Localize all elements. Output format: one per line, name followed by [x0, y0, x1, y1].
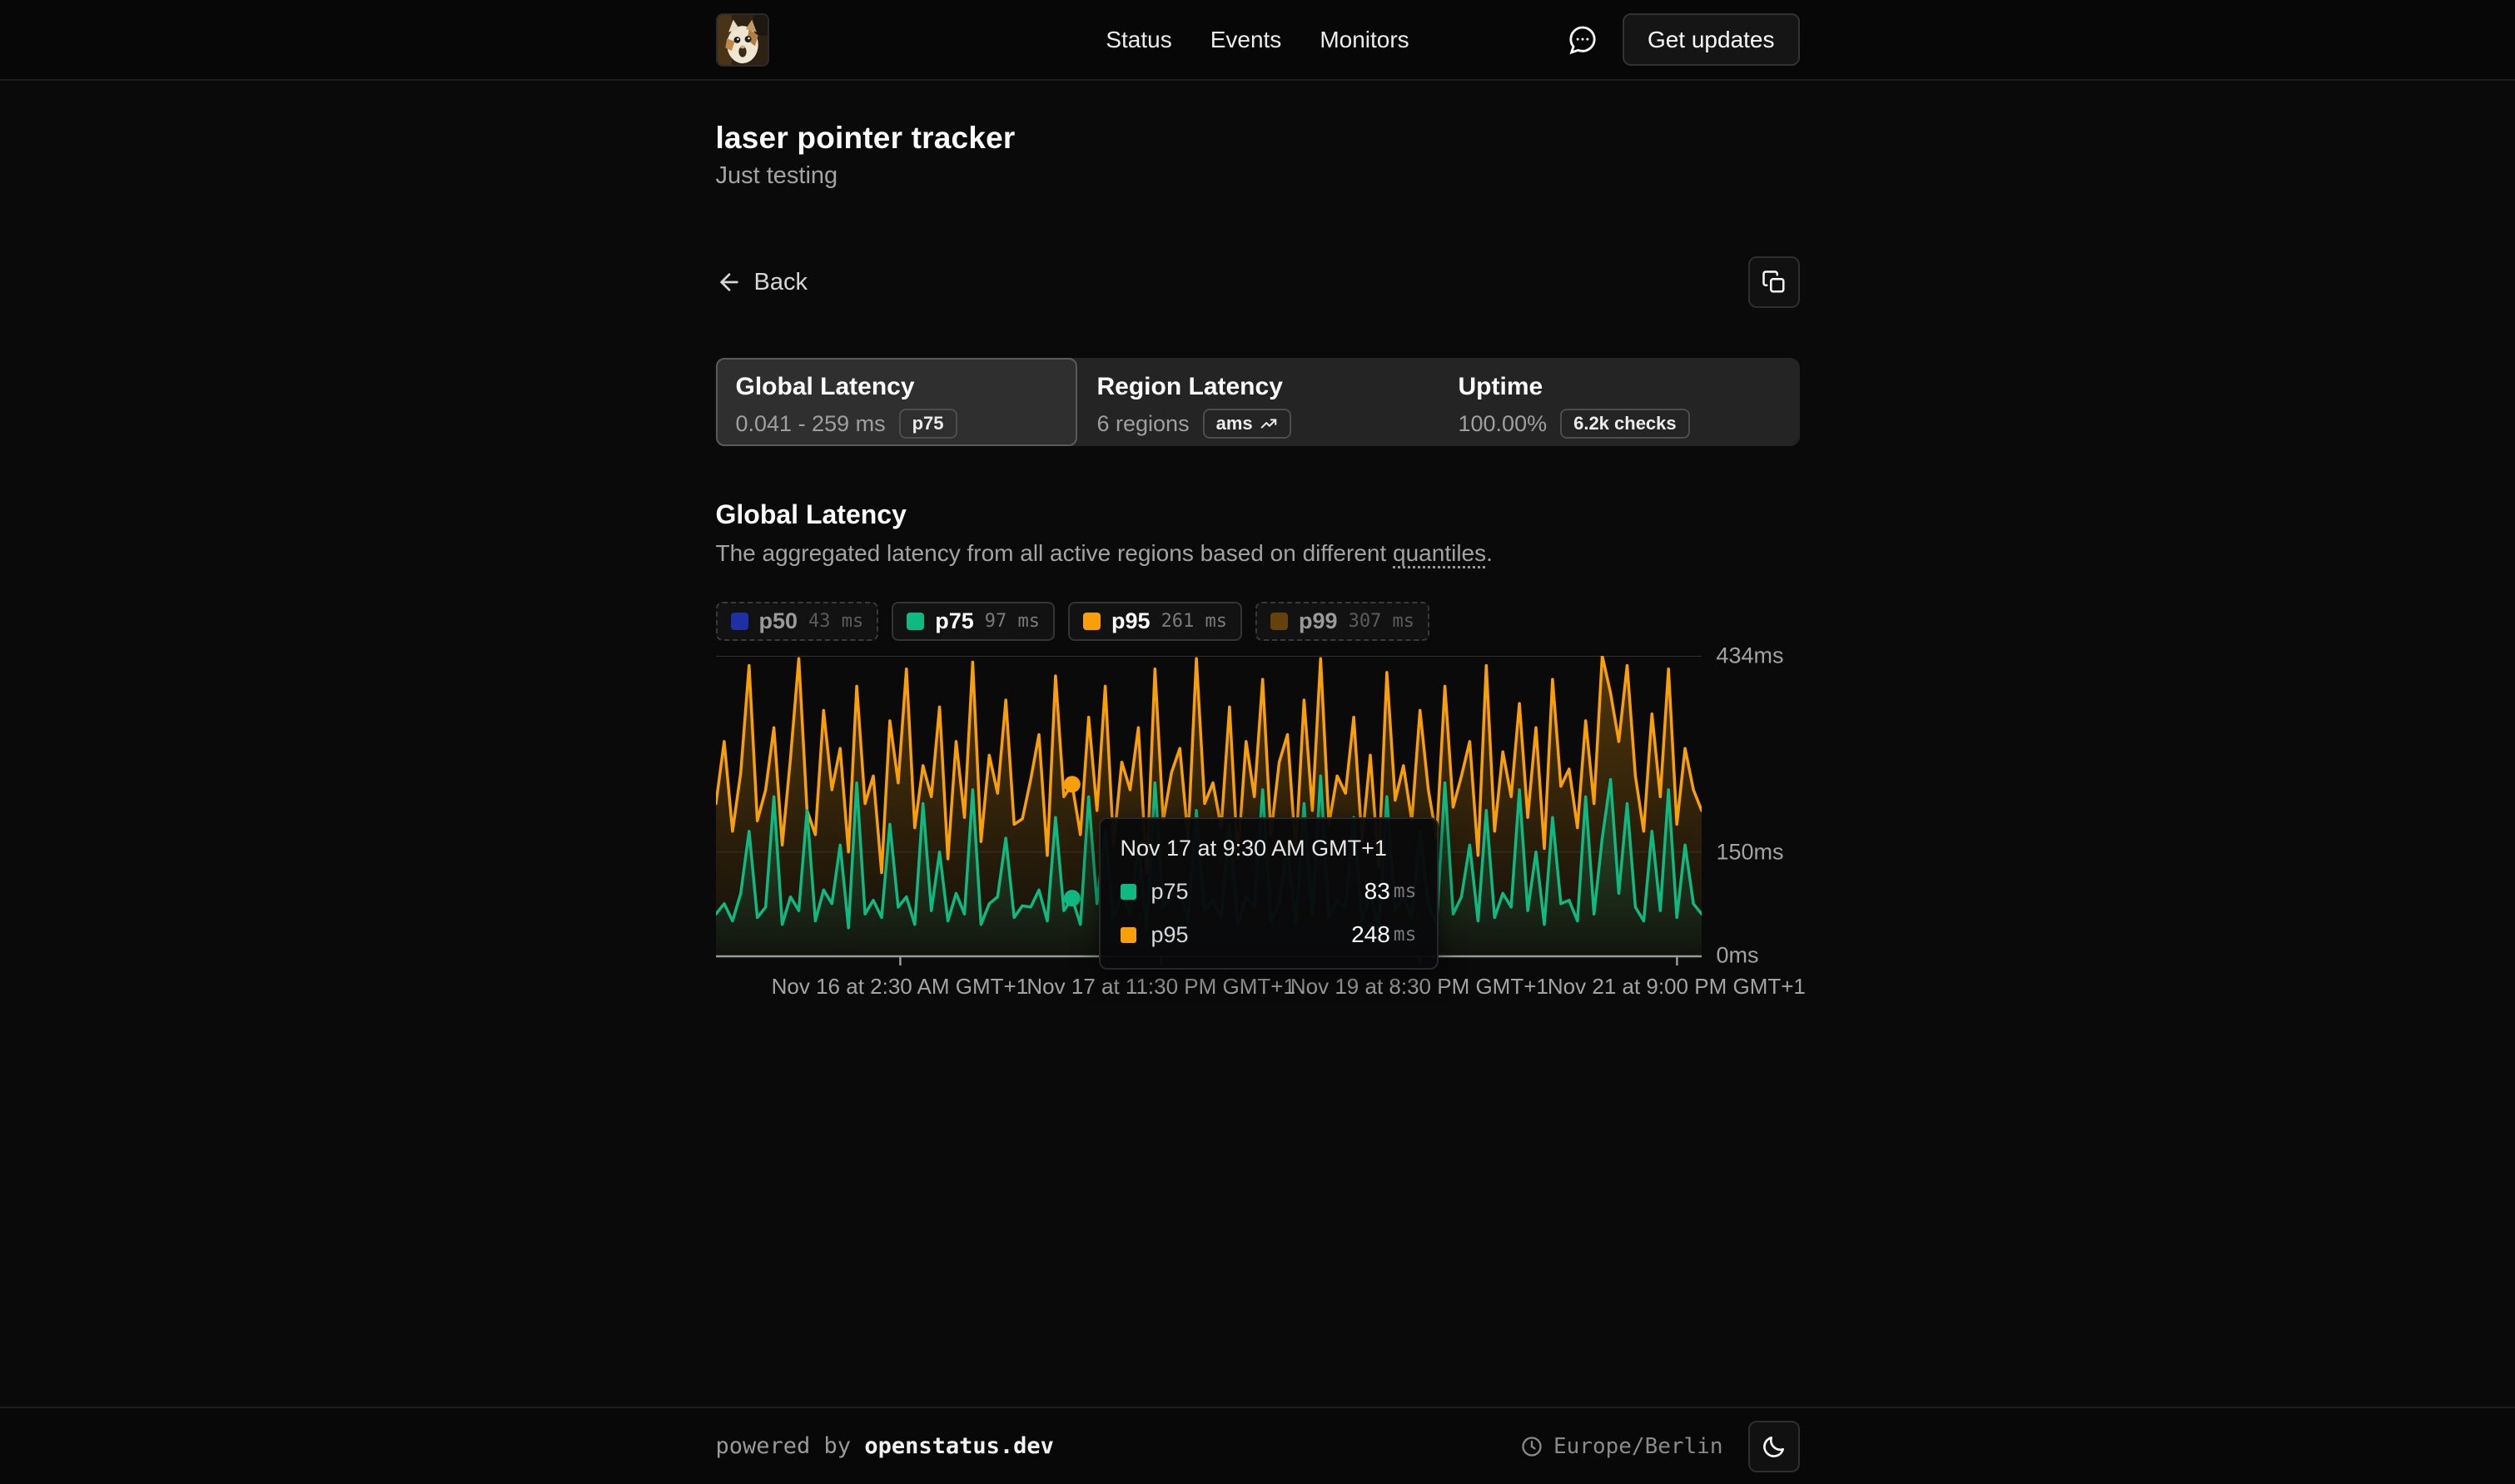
feedback-chat-button[interactable]	[1566, 23, 1599, 57]
tab-value: 100.00%	[1459, 411, 1548, 437]
tab-global-latency[interactable]: Global Latency 0.041 - 259 ms p75	[716, 358, 1077, 446]
status-page: Status Events Monitors Get updates la	[0, 0, 2515, 1484]
quantiles-link[interactable]: quantiles	[1393, 540, 1486, 566]
logo-image[interactable]	[716, 13, 769, 67]
p95-swatch	[1121, 927, 1136, 943]
legend-label: p95	[1111, 608, 1151, 634]
moon-icon	[1761, 1433, 1787, 1460]
page-subtitle: Just testing	[716, 162, 1800, 190]
timezone-label: Europe/Berlin	[1553, 1434, 1723, 1459]
description-text: The aggregated latency from all active r…	[716, 540, 1394, 566]
tooltip-timestamp: Nov 17 at 9:30 AM GMT+1	[1121, 836, 1417, 861]
chart-legend: p50 43 ms p75 97 ms p95 261 ms p99 307 m…	[716, 602, 1800, 641]
tab-title: Region Latency	[1097, 373, 1419, 401]
y-tick-label: 150ms	[1717, 839, 1784, 865]
x-tick-label: Nov 19 at 8:30 PM GMT+1	[1290, 974, 1548, 1000]
x-tick-label: Nov 16 at 2:30 AM GMT+1	[772, 974, 1029, 1000]
nav-link-status[interactable]: Status	[1106, 27, 1171, 53]
latency-chart: Nov 16 at 2:30 AM GMT+1Nov 17 at 11:30 P…	[716, 656, 1800, 1004]
p75-badge: p75	[899, 409, 957, 439]
x-tick-label: Nov 17 at 11:30 PM GMT+1	[1026, 974, 1295, 1000]
legend-value: 97 ms	[985, 611, 1040, 632]
legend-item-p99[interactable]: p99 307 ms	[1255, 602, 1429, 641]
section-description: The aggregated latency from all active r…	[716, 540, 1800, 567]
p75-swatch	[907, 613, 924, 630]
back-label: Back	[754, 269, 808, 296]
toolbar: Back	[716, 256, 1800, 308]
theme-toggle-button[interactable]	[1748, 1421, 1800, 1472]
tooltip-unit: ms	[1394, 881, 1417, 902]
legend-label: p75	[935, 608, 974, 634]
nav-link-monitors[interactable]: Monitors	[1320, 27, 1409, 53]
metric-tabs: Global Latency 0.041 - 259 ms p75 Region…	[716, 358, 1800, 446]
get-updates-button[interactable]: Get updates	[1623, 13, 1800, 66]
region-badge: ams	[1203, 409, 1291, 439]
tooltip-label: p95	[1151, 922, 1189, 948]
openstatus-link[interactable]: openstatus.dev	[864, 1433, 1054, 1459]
footer: powered by openstatus.dev Europe/Berlin	[0, 1407, 2515, 1484]
y-axis-labels: 434ms150ms0ms	[1702, 656, 1800, 1004]
tooltip-unit: ms	[1394, 924, 1417, 945]
copy-icon	[1762, 270, 1787, 295]
nav-link-events[interactable]: Events	[1210, 27, 1282, 53]
legend-label: p99	[1299, 608, 1338, 634]
y-tick-label: 434ms	[1717, 643, 1784, 669]
x-axis-labels: Nov 16 at 2:30 AM GMT+1Nov 17 at 11:30 P…	[716, 970, 1702, 1004]
top-nav: Status Events Monitors Get updates	[0, 0, 2515, 81]
powered-by: powered by openstatus.dev	[716, 1433, 1054, 1459]
chart-tooltip: Nov 17 at 9:30 AM GMT+1 p75 83 ms p95 24…	[1099, 817, 1439, 970]
checks-badge: 6.2k checks	[1560, 409, 1690, 439]
tooltip-row-p75: p75 83 ms	[1121, 878, 1417, 905]
back-link[interactable]: Back	[716, 269, 808, 296]
legend-item-p75[interactable]: p75 97 ms	[892, 602, 1055, 641]
main-content: laser pointer tracker Just testing Back	[0, 81, 2515, 1407]
tooltip-value: 248	[1351, 921, 1390, 948]
chart-plot-area[interactable]: Nov 16 at 2:30 AM GMT+1Nov 17 at 11:30 P…	[716, 656, 1702, 1004]
chat-bubble-icon	[1566, 23, 1599, 57]
trending-up-icon	[1260, 414, 1278, 433]
tab-uptime[interactable]: Uptime 100.00% 6.2k checks	[1439, 358, 1800, 446]
tab-value: 6 regions	[1097, 411, 1190, 437]
legend-item-p50[interactable]: p50 43 ms	[716, 602, 879, 641]
timezone: Europe/Berlin	[1520, 1434, 1723, 1459]
legend-item-p95[interactable]: p95 261 ms	[1068, 602, 1242, 641]
cat-logo-icon	[718, 15, 768, 65]
description-period: .	[1486, 540, 1493, 566]
copy-link-button[interactable]	[1748, 256, 1800, 308]
p95-swatch	[1083, 613, 1101, 630]
tab-region-latency[interactable]: Region Latency 6 regions ams	[1077, 358, 1439, 446]
legend-value: 261 ms	[1161, 611, 1227, 632]
tooltip-label: p75	[1151, 879, 1189, 905]
legend-value: 43 ms	[808, 611, 863, 632]
legend-value: 307 ms	[1349, 611, 1414, 632]
tab-title: Global Latency	[736, 373, 1057, 401]
powered-by-text: powered by	[716, 1433, 865, 1459]
region-badge-label: ams	[1216, 413, 1253, 434]
tooltip-value: 83	[1364, 878, 1390, 905]
tooltip-row-p95: p95 248 ms	[1121, 921, 1417, 948]
legend-label: p50	[759, 608, 798, 634]
nav-links: Status Events Monitors	[1106, 27, 1409, 53]
p75-swatch	[1121, 884, 1136, 900]
tab-value: 0.041 - 259 ms	[736, 411, 886, 437]
y-tick-label: 0ms	[1717, 943, 1759, 969]
tab-title: Uptime	[1459, 373, 1780, 401]
clock-icon	[1520, 1435, 1543, 1458]
arrow-left-icon	[716, 269, 743, 295]
page-title: laser pointer tracker	[716, 121, 1800, 156]
section-title: Global Latency	[716, 499, 1800, 530]
p99-swatch	[1270, 613, 1288, 630]
p50-swatch	[731, 613, 748, 630]
